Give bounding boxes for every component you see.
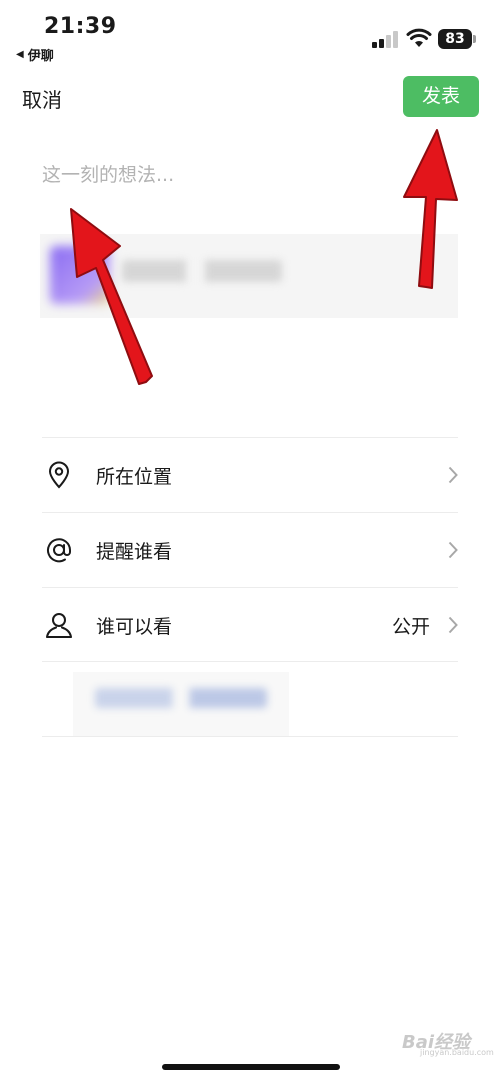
battery-indicator: 83 [438, 29, 472, 49]
chevron-right-icon [444, 465, 458, 485]
battery-tip [473, 35, 476, 43]
at-sign-icon [42, 533, 76, 567]
home-indicator [162, 1064, 340, 1070]
back-app-label: 伊聊 [27, 49, 54, 64]
location-pin-icon [42, 458, 76, 492]
status-bar: 21:39 ◀ 伊聊 83 [0, 0, 500, 70]
publish-button[interactable]: 发表 [403, 76, 479, 117]
option-location-label: 所在位置 [96, 465, 173, 488]
moment-text-input[interactable] [42, 160, 458, 190]
option-remind-label: 提醒谁看 [96, 540, 173, 563]
chevron-right-icon [444, 540, 458, 560]
cellular-signal-icon [372, 30, 400, 48]
shared-link-card[interactable] [40, 234, 458, 318]
option-location[interactable]: 所在位置 [42, 438, 458, 512]
back-to-app-link[interactable]: ◀ 伊聊 [16, 45, 54, 64]
divider [42, 661, 458, 662]
status-time: 21:39 [44, 14, 117, 39]
back-triangle-icon: ◀ [16, 49, 24, 60]
watermark-url: jingyan.baidu.com [420, 1048, 494, 1057]
link-thumbnail [50, 246, 110, 304]
option-visibility[interactable]: 谁可以看 公开 [42, 588, 458, 662]
blurred-content-row [73, 672, 289, 736]
option-remind[interactable]: 提醒谁看 [42, 513, 458, 587]
cancel-button[interactable]: 取消 [22, 84, 62, 113]
option-visibility-label: 谁可以看 [96, 615, 173, 638]
blurred-text [95, 688, 267, 708]
chevron-right-icon [444, 615, 458, 635]
option-visibility-value: 公开 [391, 615, 430, 638]
wifi-icon [406, 28, 432, 47]
divider [42, 736, 458, 737]
person-icon [42, 608, 76, 642]
link-title-blurred [122, 260, 282, 282]
